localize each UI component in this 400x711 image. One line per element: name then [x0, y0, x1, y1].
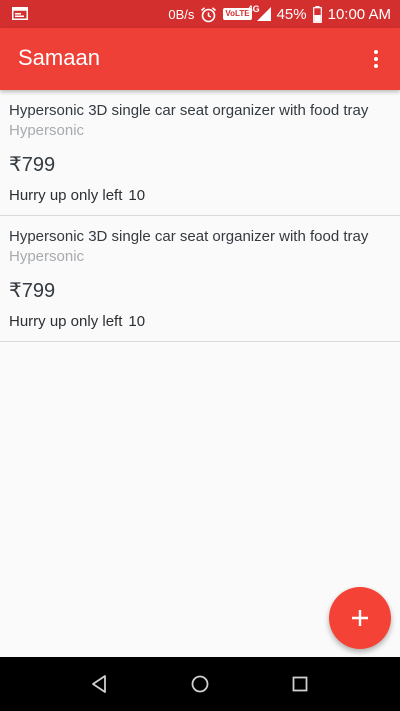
network-speed: 0B/s — [168, 6, 195, 22]
stock-label: Hurry up only left — [9, 187, 123, 204]
battery-icon — [312, 5, 322, 23]
product-price: ₹799 — [9, 280, 56, 302]
menu-dot — [374, 57, 378, 61]
menu-dot — [374, 64, 378, 68]
stock-label: Hurry up only left — [9, 313, 123, 330]
product-brand: Hypersonic — [9, 122, 85, 139]
network-type: VoLTE 4G — [223, 4, 271, 21]
status-bar: 0B/s VoLTE 4G 45% 10:00 AM — [0, 0, 400, 28]
network-4g-label: 4G — [247, 4, 260, 14]
status-indicators: 0B/s VoLTE 4G 45% 10:00 AM — [168, 0, 391, 28]
stock-count: 10 — [128, 313, 146, 330]
app-bar: Samaan — [0, 28, 400, 90]
plus-icon — [352, 610, 368, 626]
stock-row: Hurry up only left 10 — [9, 187, 145, 204]
product-card[interactable]: Hypersonic 3D single car seat organizer … — [0, 216, 400, 342]
recents-square-icon[interactable] — [288, 672, 312, 696]
overflow-menu-icon[interactable] — [364, 47, 388, 71]
stock-row: Hurry up only left 10 — [9, 313, 145, 330]
stock-count: 10 — [128, 187, 146, 204]
add-item-button[interactable] — [329, 587, 391, 649]
product-card[interactable]: Hypersonic 3D single car seat organizer … — [0, 90, 400, 216]
product-list: Hypersonic 3D single car seat organizer … — [0, 90, 400, 342]
clock-time: 10:00 AM — [327, 5, 391, 23]
notification-card-icon — [12, 7, 28, 20]
product-title: Hypersonic 3D single car seat organizer … — [9, 102, 369, 119]
product-brand: Hypersonic — [9, 248, 85, 265]
system-nav-bar — [0, 657, 400, 711]
alarm-clock-icon — [201, 6, 217, 22]
app-title: Samaan — [18, 45, 100, 70]
product-title: Hypersonic 3D single car seat organizer … — [9, 228, 369, 245]
menu-dot — [374, 50, 378, 54]
battery-percent: 45% — [276, 5, 307, 23]
home-circle-icon[interactable] — [188, 672, 212, 696]
product-price: ₹799 — [9, 154, 56, 176]
back-triangle-icon[interactable] — [88, 672, 112, 696]
